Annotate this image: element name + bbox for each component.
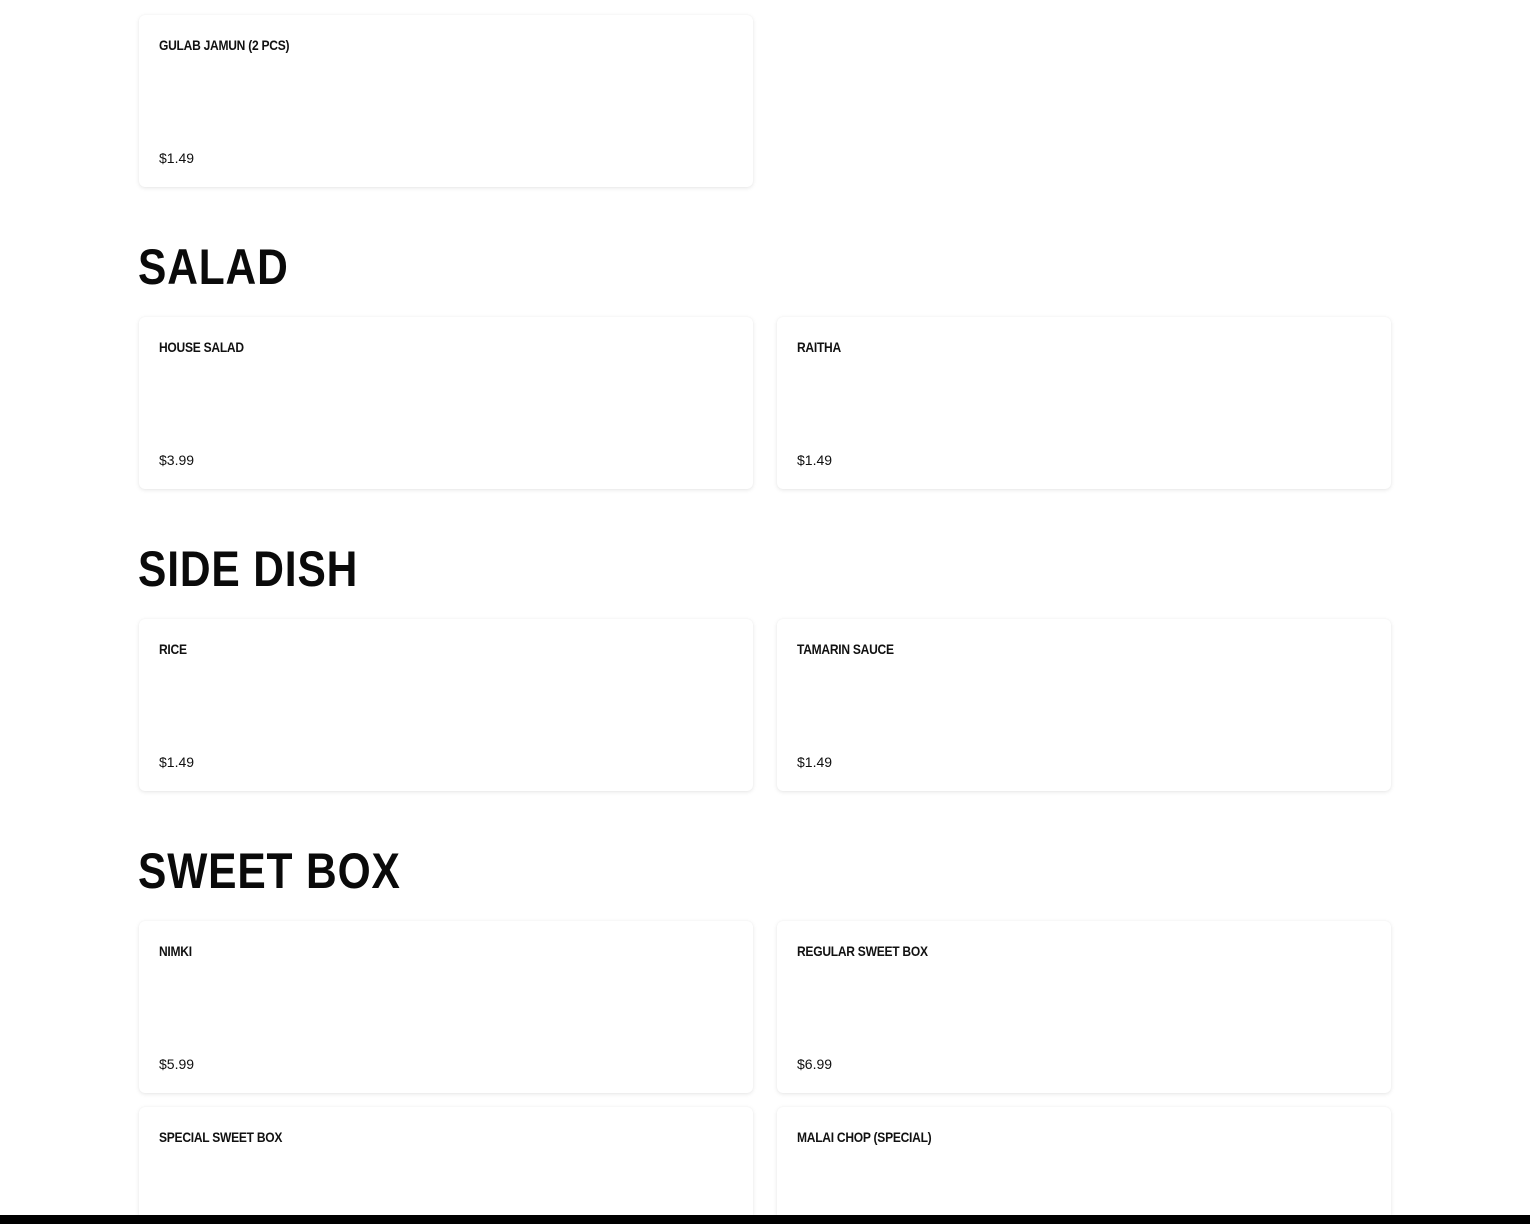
menu-item-name: MALAI CHOP (SPECIAL) (797, 1129, 932, 1145)
menu-item-price: $5.99 (159, 1056, 195, 1072)
menu-item-price: $1.49 (159, 150, 195, 166)
menu-item-price: $1.49 (159, 754, 195, 770)
menu-item-card[interactable]: HOUSE SALAD $3.99 (139, 317, 753, 489)
menu-item-name: RICE (159, 641, 187, 657)
menu-item-card[interactable]: SPECIAL SWEET BOX (139, 1107, 753, 1215)
section-title-sweet-box: SWEET BOX (138, 843, 401, 899)
bottom-bar (0, 1215, 1530, 1224)
menu-item-name: HOUSE SALAD (159, 339, 244, 355)
menu-item-card[interactable]: NIMKI $5.99 (139, 921, 753, 1093)
menu-item-card[interactable]: TAMARIN SAUCE $1.49 (777, 619, 1391, 791)
menu-item-price: $3.99 (159, 452, 195, 468)
menu-item-price: $1.49 (797, 452, 833, 468)
menu-item-name: GULAB JAMUN (2 PCS) (159, 37, 290, 53)
menu-item-name: TAMARIN SAUCE (797, 641, 894, 657)
menu-item-card[interactable]: GULAB JAMUN (2 PCS) $1.49 (139, 15, 753, 187)
menu-item-card[interactable]: RICE $1.49 (139, 619, 753, 791)
menu-item-card[interactable]: REGULAR SWEET BOX $6.99 (777, 921, 1391, 1093)
section-title-salad: SALAD (138, 239, 289, 295)
section-title-side-dish: SIDE DISH (138, 541, 359, 597)
menu-item-card[interactable]: MALAI CHOP (SPECIAL) (777, 1107, 1391, 1215)
menu-item-card[interactable]: RAITHA $1.49 (777, 317, 1391, 489)
menu-item-name: RAITHA (797, 339, 841, 355)
menu-item-price: $6.99 (797, 1056, 833, 1072)
menu-item-name: NIMKI (159, 943, 192, 959)
menu-item-name: SPECIAL SWEET BOX (159, 1129, 283, 1145)
menu-item-price: $1.49 (797, 754, 833, 770)
menu-item-name: REGULAR SWEET BOX (797, 943, 928, 959)
menu-page: GULAB JAMUN (2 PCS) $1.49 SALAD HOUSE SA… (0, 0, 1530, 1224)
